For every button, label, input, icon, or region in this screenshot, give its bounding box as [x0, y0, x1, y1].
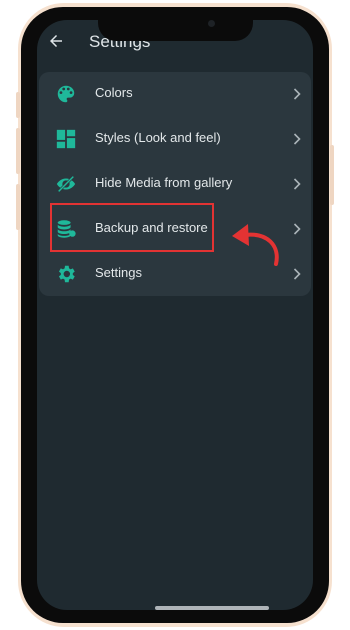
chevron-right-icon [293, 88, 301, 100]
dashboard-layout-icon [56, 129, 76, 149]
menu-item-hide-media[interactable]: Hide Media from gallery [39, 162, 311, 206]
arrow-left-icon[interactable] [47, 32, 65, 50]
menu-item-label: Colors [95, 85, 133, 100]
front-camera [208, 20, 215, 27]
chevron-right-icon [293, 178, 301, 190]
side-button [16, 184, 20, 230]
app-screen: Settings Colors Styles (Look and feel) H… [37, 20, 313, 610]
menu-item-label: Styles (Look and feel) [95, 130, 221, 145]
menu-item-label: Settings [95, 265, 142, 280]
curved-arrow-icon [232, 224, 279, 266]
chevron-right-icon [293, 268, 301, 280]
menu-item-label: Hide Media from gallery [95, 175, 233, 190]
home-indicator[interactable] [155, 606, 269, 610]
menu-item-styles[interactable]: Styles (Look and feel) [39, 117, 311, 161]
menu-item-colors[interactable]: Colors [39, 72, 311, 116]
highlight-box [50, 203, 214, 252]
chevron-right-icon [293, 223, 301, 235]
phone-notch [98, 9, 253, 41]
palette-icon [57, 85, 75, 103]
chevron-right-icon [293, 133, 301, 145]
side-button [16, 128, 20, 174]
side-button [16, 92, 20, 118]
eye-off-icon [56, 175, 76, 193]
gear-icon [58, 265, 75, 283]
side-button [330, 145, 334, 205]
